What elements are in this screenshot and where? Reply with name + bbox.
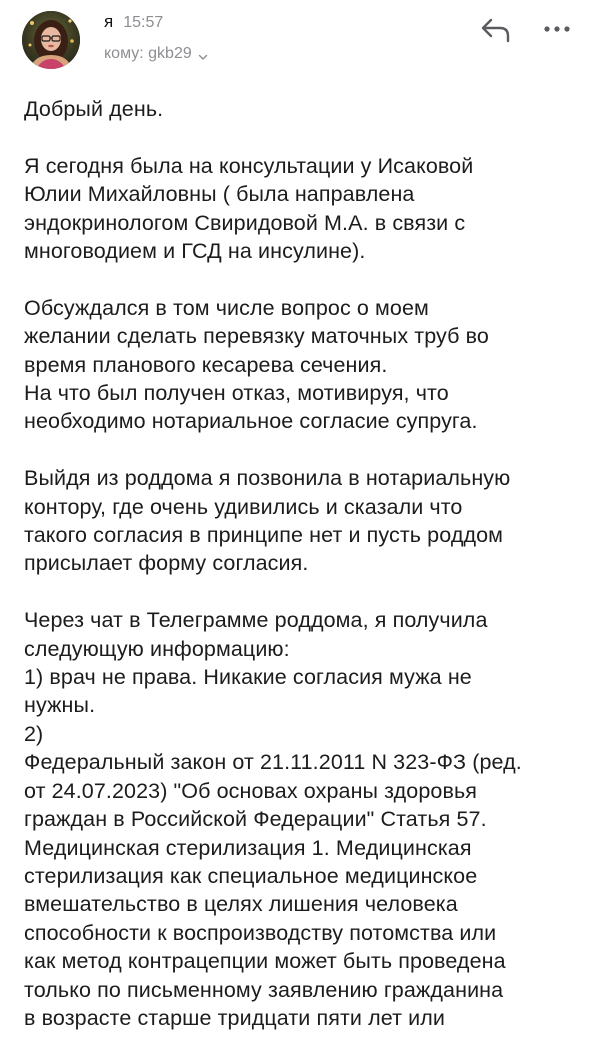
recipient-toggle[interactable]: кому: gkb29	[104, 45, 208, 63]
reply-button[interactable]	[476, 14, 516, 46]
message-paragraph-4: Через чат в Телеграмме роддома, я получи…	[24, 608, 522, 1030]
chevron-down-icon	[198, 49, 208, 60]
avatar-photo	[22, 11, 80, 69]
message-paragraph-2: Обсуждался в том числе вопрос о моем жел…	[24, 295, 489, 434]
message-body: Добрый день. Я сегодня была на консульта…	[24, 95, 584, 1032]
sender-name[interactable]: я	[104, 12, 113, 32]
recipient-label: кому: gkb29	[104, 45, 192, 62]
avatar[interactable]	[22, 11, 80, 69]
message-paragraph-1: Я сегодня была на консультации у Исаково…	[24, 153, 474, 264]
message-time: 15:57	[123, 14, 164, 31]
message-paragraph-3: Выйдя из роддома я позвонила в нотариаль…	[24, 466, 511, 576]
message-greeting: Добрый день.	[24, 97, 164, 121]
sender-line: я 15:57	[104, 12, 163, 32]
reply-arrow-icon	[481, 18, 510, 43]
more-options-button[interactable]	[541, 18, 573, 40]
email-header: я 15:57 кому: gkb29	[0, 0, 600, 78]
more-dots-icon	[544, 26, 570, 32]
